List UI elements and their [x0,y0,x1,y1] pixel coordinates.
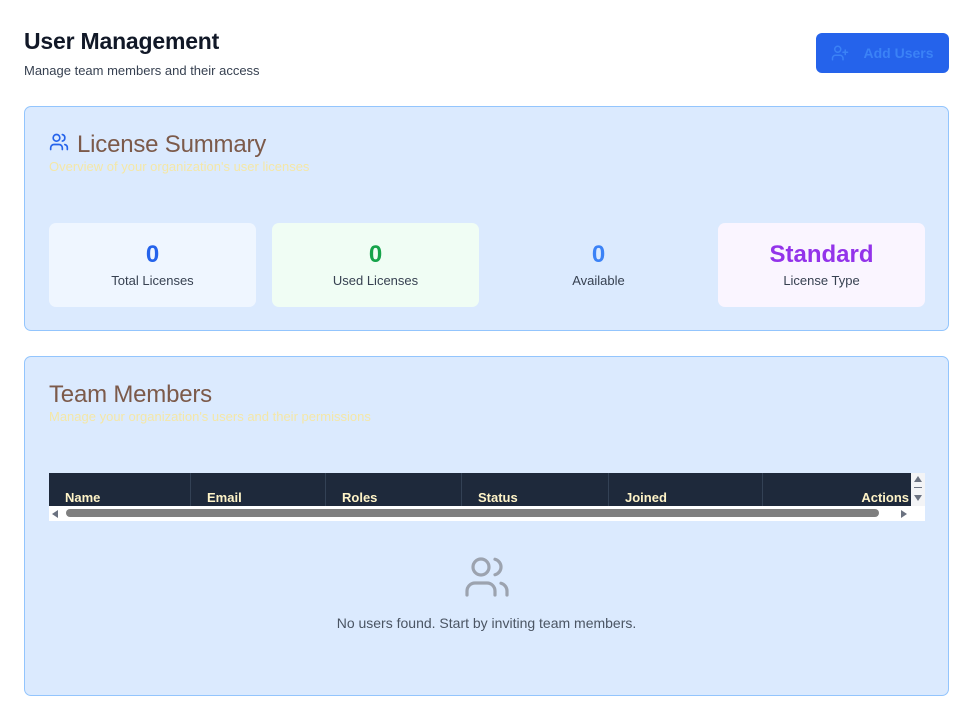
empty-state: No users found. Start by inviting team m… [25,553,948,631]
scrollbar-grip [914,487,922,488]
stat-license-type: Standard License Type [718,223,925,307]
stat-available: 0 Available [495,223,702,307]
team-members-heading: Team Members [49,381,212,409]
stat-label: Total Licenses [111,272,194,288]
empty-state-message: No users found. Start by inviting team m… [336,615,637,631]
column-header-roles[interactable]: Roles [325,473,461,506]
stat-used-licenses: 0 Used Licenses [272,223,479,307]
license-summary-description: Overview of your organization's user lic… [49,159,310,174]
column-header-email[interactable]: Email [190,473,325,506]
license-stats: 0 Total Licenses 0 Used Licenses 0 Avail… [49,223,925,307]
column-header-actions[interactable]: Actions [762,473,911,506]
team-members-card: Team Members Manage your organization's … [24,356,949,696]
stat-value: 0 [368,240,383,268]
scroll-right-arrow-icon[interactable] [901,510,907,518]
page-subtitle: Manage team members and their access [24,63,260,78]
users-icon [463,553,511,601]
stat-value: 0 [145,240,160,268]
column-header-name[interactable]: Name [49,473,190,506]
license-summary-heading: License Summary [49,131,266,159]
add-users-button[interactable]: Add Users [816,33,949,73]
user-plus-icon [831,44,849,62]
license-summary-title: License Summary [77,131,267,158]
page-title: User Management [24,28,220,54]
scroll-left-arrow-icon[interactable] [52,510,58,518]
team-members-title: Team Members [49,381,212,408]
horizontal-scrollbar[interactable] [49,506,925,521]
scroll-up-arrow-icon[interactable] [914,476,922,482]
users-icon [49,131,69,159]
add-users-label: Add Users [863,45,934,61]
table-header: Name Email Roles Status Joined Actions [49,473,911,506]
stat-label: License Type [783,272,860,288]
team-members-description: Manage your organization's users and the… [49,409,371,424]
vertical-scrollbar[interactable] [911,473,925,506]
page-header: User Management Manage team members and … [24,28,949,88]
stat-label: Used Licenses [332,272,419,288]
column-header-joined[interactable]: Joined [608,473,762,506]
stat-value: 0 [591,240,606,268]
scroll-down-arrow-icon[interactable] [914,495,922,501]
stat-total-licenses: 0 Total Licenses [49,223,256,307]
scrollbar-thumb[interactable] [66,509,879,517]
members-table: Name Email Roles Status Joined Actions [49,473,925,521]
column-header-status[interactable]: Status [461,473,608,506]
license-summary-card: License Summary Overview of your organiz… [24,106,949,331]
stat-label: Available [572,272,625,288]
stat-value: Standard [769,240,874,268]
